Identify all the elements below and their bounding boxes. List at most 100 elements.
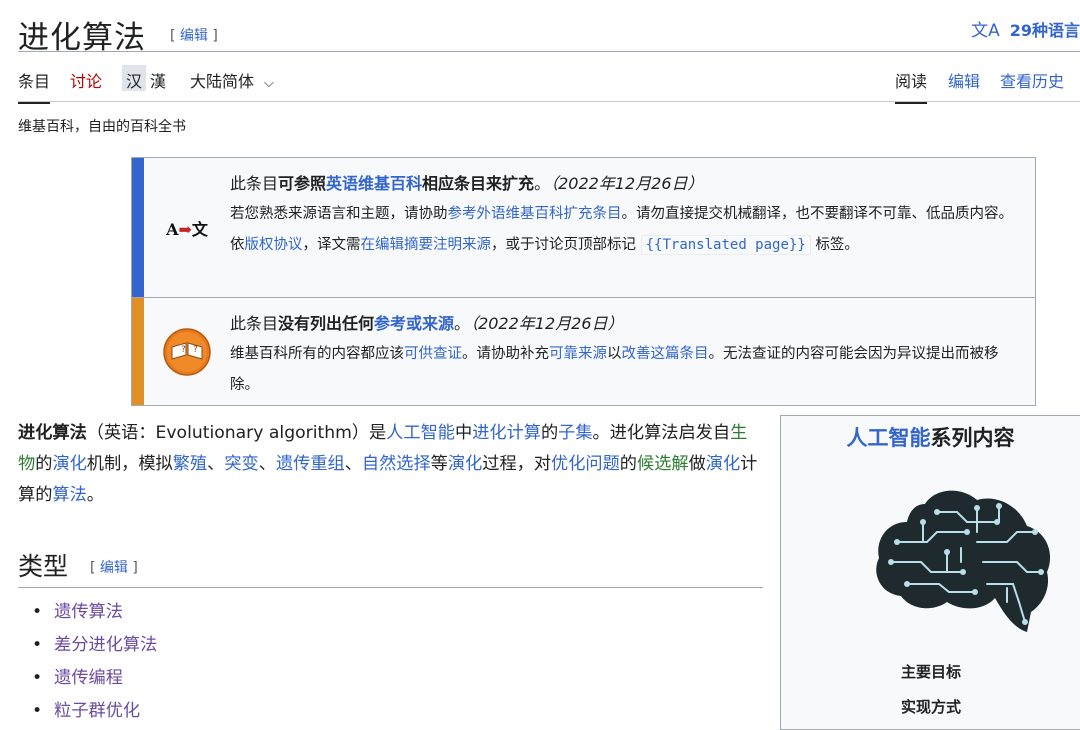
link-ai[interactable]: 人工智能 [386, 423, 455, 443]
expand-article-link[interactable]: 参考外语维基百科扩充条目 [448, 206, 622, 222]
text: 。进化算法启发自 [592, 423, 731, 443]
title-row: 进化算法 [ 编辑 ] 文A 29种语言 [18, 6, 1080, 56]
tab-read[interactable]: 阅读 [895, 68, 928, 104]
link-candidate-solution[interactable]: 候选解 [637, 454, 689, 474]
text: 的 [35, 454, 53, 474]
notice-date: （2022年12月26日） [550, 174, 704, 193]
translate-icon-cell: A➡文 [144, 158, 230, 297]
text: ，或于讨论页顶部标记 [491, 237, 636, 253]
text: 。请协助补充 [462, 346, 549, 362]
list-item: 粒子群优化 [32, 695, 157, 728]
notice-date: （2022年12月26日） [470, 314, 624, 333]
template-code: {{Translated page}} [640, 235, 811, 255]
book-question-icon: ? ? [163, 327, 211, 376]
ai-series-infobox: 人工智能系列内容 主要目标 实现方式 [780, 415, 1080, 730]
text: 没有列出任何 [278, 314, 375, 333]
text: 相应条目来扩充 [422, 174, 535, 193]
text: 的 [540, 423, 559, 443]
type-link[interactable]: 遗传算法 [54, 602, 123, 622]
tab-history[interactable]: 查看历史 [1000, 68, 1064, 102]
list-item: 差分进化算法 [32, 629, 157, 662]
infobox-title: 人工智能系列内容 [781, 422, 1080, 452]
text: 。 [86, 485, 104, 505]
site-tagline: 维基百科，自由的百科全书 [18, 119, 186, 135]
text: 此条目 [230, 174, 279, 193]
improve-article-link[interactable]: 改善这篇条目 [622, 346, 709, 362]
link-natural-selection[interactable]: 自然选择 [362, 454, 431, 474]
type-link[interactable]: 遗传编程 [54, 668, 123, 688]
link-reproduction[interactable]: 繁殖 [173, 454, 207, 474]
language-count: 29种语言 [1009, 21, 1080, 40]
variant-simplified[interactable]: 汉 [122, 65, 147, 91]
svg-text:?: ? [193, 345, 198, 355]
text: 。 [534, 174, 551, 193]
link-evolutionary-computation[interactable]: 进化计算 [472, 423, 541, 443]
reliable-sources-link[interactable]: 可靠来源 [549, 346, 607, 362]
text: 、 [344, 454, 362, 474]
text: 的 [619, 454, 637, 474]
type-link[interactable]: 粒子群优化 [54, 701, 140, 721]
title-edit-link[interactable]: 编辑 [180, 28, 208, 44]
link-evolution[interactable]: 演化 [52, 454, 86, 474]
list-item: 遗传算法 [32, 596, 157, 629]
link-algorithm[interactable]: 算法 [52, 485, 86, 505]
tab-edit[interactable]: 编辑 [948, 68, 980, 102]
text: 、 [207, 454, 225, 474]
text: 等 [430, 454, 448, 474]
language-button[interactable]: 文A 29种语言 [971, 16, 1080, 41]
license-link[interactable]: 版权协议 [245, 237, 303, 253]
infobox-row-goals: 主要目标 [900, 663, 961, 681]
text: 标签。 [815, 237, 859, 253]
text: 、 [258, 454, 276, 474]
edit-summary-link[interactable]: 在编辑摘要注明来源 [361, 237, 492, 253]
text: 。 [454, 314, 471, 333]
text: 中 [454, 423, 473, 443]
svg-text:?: ? [181, 345, 186, 355]
section-types-heading: 类型 [ 编辑 ] [18, 544, 763, 588]
chevron-down-icon: ⌵ [264, 76, 274, 91]
notice-bar-orange [132, 298, 144, 405]
text: 可参照 [278, 174, 327, 193]
text: 机制，模拟 [86, 454, 173, 474]
title-edit-section: [ 编辑 ] [170, 28, 218, 44]
text: 维基百科所有的内容都应该 [230, 346, 404, 362]
translate-notice-text: 此条目可参照英语维基百科相应条目来扩充。（2022年12月26日） 若您熟悉来源… [230, 158, 1035, 297]
tab-talk[interactable]: 讨论 [70, 68, 102, 102]
region-variant-dropdown[interactable]: 大陆简体 ⌵ [190, 68, 274, 102]
link-mutation[interactable]: 突变 [224, 454, 258, 474]
list-item: 遗传编程 [32, 662, 157, 695]
template-code-text[interactable]: {{Translated page}} [646, 237, 806, 253]
language-icon: 文A [971, 21, 1000, 41]
text: 若您熟悉来源语言和主题，请协助 [230, 206, 448, 222]
references-link[interactable]: 参考或来源 [374, 314, 454, 333]
notice-boxes: A➡文 此条目可参照英语维基百科相应条目来扩充。（2022年12月26日） 若您… [131, 157, 1036, 406]
translate-notice: A➡文 此条目可参照英语维基百科相应条目来扩充。（2022年12月26日） 若您… [132, 158, 1035, 298]
infobox-ai-link[interactable]: 人工智能 [847, 426, 931, 450]
type-link[interactable]: 差分进化算法 [54, 635, 157, 655]
section-title: 类型 [18, 552, 69, 581]
refs-notice-text: 此条目没有列出任何参考或来源。（2022年12月26日） 维基百科所有的内容都应… [230, 298, 1035, 405]
link-recombination[interactable]: 遗传重组 [276, 454, 345, 474]
link-evolution-2[interactable]: 演化 [448, 454, 482, 474]
section-edit: [ 编辑 ] [90, 560, 138, 576]
tab-article[interactable]: 条目 [18, 68, 51, 104]
lead-paragraph: 进化算法（英语：Evolutionary algorithm）是人工智能中进化计… [18, 418, 763, 511]
term-bold: 进化算法 [18, 423, 87, 443]
link-evolution-3[interactable]: 演化 [706, 454, 740, 474]
region-variant-label: 大陆简体 [190, 72, 255, 91]
variant-traditional[interactable]: 漢 [146, 65, 170, 91]
text: ，译文需 [302, 237, 361, 253]
brain-circuit-icon [876, 490, 1051, 632]
page-title: 进化算法 [18, 20, 146, 56]
section-edit-link[interactable]: 编辑 [100, 560, 128, 576]
translate-icon: A➡文 [166, 219, 208, 239]
link-subset[interactable]: 子集 [558, 423, 592, 443]
text: 系列内容 [930, 426, 1015, 450]
types-list: 遗传算法 差分进化算法 遗传编程 粒子群优化 [32, 596, 157, 728]
refs-icon-cell: ? ? [144, 298, 230, 405]
link-optimization-problem[interactable]: 优化问题 [551, 454, 620, 474]
infobox-row-approaches: 实现方式 [900, 698, 961, 716]
page-tabs: 条目 讨论 汉 漢 大陆简体 ⌵ 阅读 编辑 查看历史 [18, 64, 1080, 104]
verifiability-link[interactable]: 可供查证 [404, 346, 462, 362]
english-wikipedia-link[interactable]: 英语维基百科 [326, 174, 422, 193]
